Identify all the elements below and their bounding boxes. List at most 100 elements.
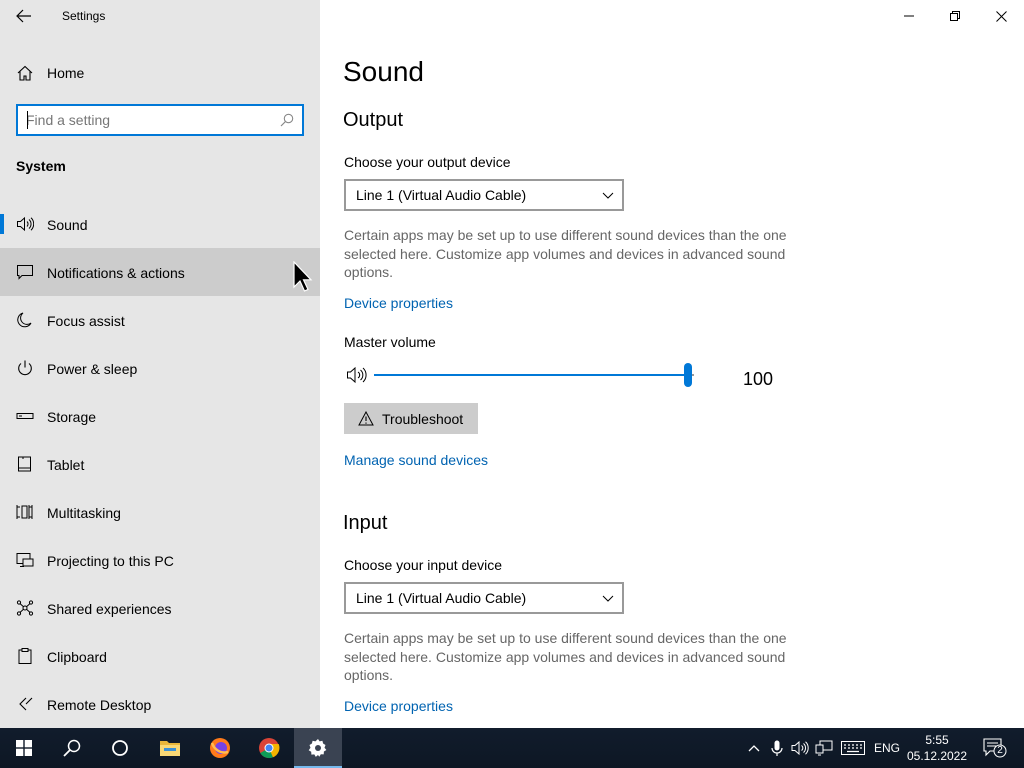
start-button[interactable]	[0, 728, 48, 768]
sidebar-item-label: Notifications & actions	[47, 265, 185, 281]
sidebar-item-label: Shared experiences	[47, 601, 172, 617]
text-caret	[27, 111, 28, 129]
sidebar-item-projecting[interactable]: Projecting to this PC	[0, 536, 320, 584]
folder-icon	[160, 741, 180, 756]
input-description: Certain apps may be set up to use differ…	[344, 630, 787, 683]
keyboard-icon	[841, 741, 865, 755]
projecting-icon	[16, 553, 34, 567]
network-icon	[815, 740, 833, 756]
clock-date: 05.12.2022	[906, 749, 968, 763]
sidebar-item-home[interactable]: Home	[0, 56, 320, 90]
action-center-button[interactable]: 2	[982, 738, 1008, 758]
sidebar-item-label: Power & sleep	[47, 361, 138, 377]
sidebar-item-tablet[interactable]: Tablet	[0, 440, 320, 488]
troubleshoot-button[interactable]: Troubleshoot	[344, 403, 478, 434]
output-device-label: Choose your output device	[344, 154, 511, 170]
search-icon	[63, 739, 81, 757]
microphone-icon	[771, 740, 783, 756]
sidebar-item-label: Focus assist	[47, 313, 125, 329]
restore-icon	[950, 11, 960, 21]
input-device-label: Choose your input device	[344, 557, 502, 573]
page-title: Sound	[343, 56, 424, 87]
touch-keyboard-button[interactable]	[840, 738, 866, 758]
sidebar-item-power-sleep[interactable]: Power & sleep	[0, 344, 320, 392]
sidebar-item-label: Multitasking	[47, 505, 121, 521]
windows-logo-icon	[16, 740, 32, 756]
sidebar-nav: Sound Notifications & actions Focus assi…	[0, 200, 320, 728]
volume-value: 100	[743, 369, 774, 389]
slider-thumb[interactable]	[684, 363, 692, 387]
multitasking-icon	[16, 505, 33, 519]
clock[interactable]: 5:55 05.12.2022	[902, 732, 972, 764]
volume-tray-button[interactable]	[790, 738, 810, 758]
sidebar-item-remote-desktop[interactable]: Remote Desktop	[0, 680, 320, 728]
search-input[interactable]	[26, 111, 266, 129]
app-title: Settings	[62, 9, 106, 23]
search-icon[interactable]	[280, 113, 294, 127]
power-icon	[18, 360, 32, 376]
sidebar-item-label: Clipboard	[47, 649, 107, 665]
taskbar: ENG 5:55 05.12.2022 2	[0, 728, 1024, 768]
show-hidden-icons-button[interactable]	[744, 738, 764, 758]
storage-icon	[16, 413, 34, 419]
chevron-down-icon	[602, 595, 614, 602]
output-device-value: Line 1 (Virtual Audio Cable)	[356, 187, 527, 203]
back-button[interactable]	[8, 4, 40, 28]
sidebar-item-label: Projecting to this PC	[47, 553, 174, 569]
warning-icon	[358, 411, 374, 426]
restore-button[interactable]	[932, 0, 978, 32]
sidebar-item-label: Home	[47, 65, 85, 81]
sidebar: Settings Home System Sound	[0, 0, 320, 728]
sidebar-item-shared-experiences[interactable]: Shared experiences	[0, 584, 320, 632]
manage-sound-devices-link[interactable]: Manage sound devices	[344, 452, 488, 468]
chrome-button[interactable]	[245, 728, 293, 768]
sidebar-item-clipboard[interactable]: Clipboard	[0, 632, 320, 680]
close-button[interactable]	[978, 0, 1024, 32]
sidebar-item-label: Remote Desktop	[47, 697, 152, 713]
network-tray-button[interactable]	[814, 738, 834, 758]
input-device-dropdown[interactable]: Line 1 (Virtual Audio Cable)	[344, 582, 624, 614]
input-device-value: Line 1 (Virtual Audio Cable)	[356, 590, 527, 606]
close-icon	[995, 10, 1007, 22]
gear-icon	[308, 739, 327, 757]
sidebar-item-focus-assist[interactable]: Focus assist	[0, 296, 320, 344]
output-device-properties-link[interactable]: Device properties	[344, 295, 453, 311]
search-box[interactable]	[16, 104, 304, 136]
speaker-icon	[17, 216, 34, 232]
search-taskbar-button[interactable]	[48, 728, 96, 768]
remote-desktop-icon	[19, 697, 33, 711]
home-icon	[17, 65, 33, 81]
sidebar-item-storage[interactable]: Storage	[0, 392, 320, 440]
input-heading: Input	[343, 512, 388, 534]
section-label: System	[16, 158, 66, 174]
chevron-up-icon	[748, 745, 760, 752]
slider-fill	[374, 374, 688, 376]
notification-count-badge: 2	[997, 745, 1003, 756]
chevron-down-icon	[602, 192, 614, 199]
task-view-button[interactable]	[96, 728, 144, 768]
volume-icon[interactable]	[346, 366, 370, 384]
chrome-icon	[259, 738, 280, 759]
output-heading: Output	[343, 109, 404, 131]
sidebar-item-sound[interactable]: Sound	[0, 200, 320, 248]
input-device-properties-link[interactable]: Device properties	[344, 698, 453, 714]
minimize-button[interactable]	[886, 0, 932, 32]
master-volume-label: Master volume	[344, 334, 436, 350]
main-content: Sound Output Choose your output device L…	[320, 0, 1024, 728]
language-indicator[interactable]: ENG	[874, 741, 900, 755]
settings-taskbar-button[interactable]	[294, 728, 342, 768]
cortana-circle-icon	[112, 740, 128, 756]
output-description: Certain apps may be set up to use differ…	[344, 227, 787, 280]
moon-icon	[17, 312, 32, 328]
firefox-button[interactable]	[196, 728, 244, 768]
master-volume-slider[interactable]	[374, 362, 694, 388]
file-explorer-button[interactable]	[146, 728, 194, 768]
microphone-tray-button[interactable]	[767, 738, 787, 758]
speaker-icon	[791, 741, 809, 755]
clipboard-icon	[18, 648, 32, 664]
sidebar-item-notifications[interactable]: Notifications & actions	[0, 248, 320, 296]
selection-indicator	[0, 214, 4, 234]
output-device-dropdown[interactable]: Line 1 (Virtual Audio Cable)	[344, 179, 624, 211]
clock-time: 5:55	[925, 733, 949, 747]
sidebar-item-multitasking[interactable]: Multitasking	[0, 488, 320, 536]
